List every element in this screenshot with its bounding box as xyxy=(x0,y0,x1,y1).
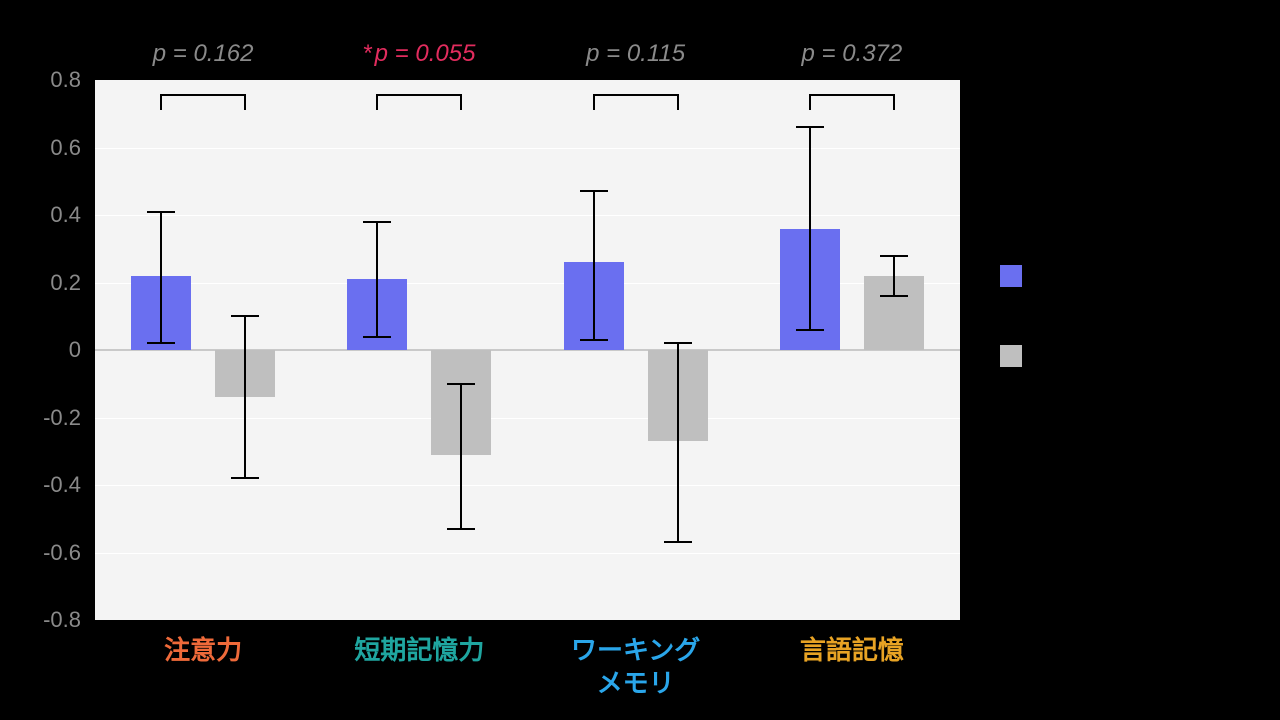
p-value-label: p = 0.115 xyxy=(586,40,685,68)
error-bar xyxy=(460,384,462,529)
y-tick-label: -0.6 xyxy=(43,540,95,566)
error-bar xyxy=(160,212,162,344)
error-bar xyxy=(893,256,895,297)
y-tick-label: 0.8 xyxy=(50,67,95,93)
bracket-top xyxy=(160,94,246,96)
legend-swatch-blue xyxy=(1000,265,1022,287)
error-cap xyxy=(447,528,475,530)
bracket-side xyxy=(376,94,378,110)
category-label: 注意力 xyxy=(164,634,242,667)
bracket-side xyxy=(460,94,462,110)
y-tick-label: 0.6 xyxy=(50,135,95,161)
legend-label: α波を高められなかった人 xyxy=(1036,324,1280,388)
p-value-label: *p = 0.055 xyxy=(363,40,475,68)
error-cap xyxy=(147,211,175,213)
error-cap xyxy=(796,329,824,331)
y-tick-label: -0.8 xyxy=(43,607,95,633)
error-cap xyxy=(363,221,391,223)
p-value-label: p = 0.372 xyxy=(801,40,902,68)
plot-area: -0.8-0.6-0.4-0.200.20.40.60.8 xyxy=(95,80,960,620)
error-cap xyxy=(880,295,908,297)
legend-item: α波を高められた人 xyxy=(1000,260,1280,292)
error-cap xyxy=(796,126,824,128)
legend-swatch-grey xyxy=(1000,345,1022,367)
category-label: 短期記憶力 xyxy=(354,634,484,667)
bracket-side xyxy=(160,94,162,110)
gridline xyxy=(95,148,960,149)
error-cap xyxy=(363,336,391,338)
bracket-top xyxy=(593,94,679,96)
gridline xyxy=(95,553,960,554)
bracket-side xyxy=(809,94,811,110)
bracket-side xyxy=(677,94,679,110)
error-bar xyxy=(809,127,811,330)
error-cap xyxy=(231,477,259,479)
legend-label: α波を高められた人 xyxy=(1036,260,1225,292)
y-tick-label: 0 xyxy=(69,337,95,363)
error-bar xyxy=(677,343,679,542)
bracket-top xyxy=(809,94,895,96)
error-cap xyxy=(447,383,475,385)
y-tick-label: 0.2 xyxy=(50,270,95,296)
legend: α波を高められた人 α波を高められなかった人 xyxy=(1000,260,1280,420)
bracket-side xyxy=(593,94,595,110)
error-cap xyxy=(580,339,608,341)
error-bar xyxy=(593,191,595,340)
error-cap xyxy=(664,342,692,344)
gridline xyxy=(95,485,960,486)
error-cap xyxy=(231,315,259,317)
error-bar xyxy=(244,316,246,478)
chart-stage: -0.8-0.6-0.4-0.200.20.40.60.8 α波を高められた人 … xyxy=(0,0,1280,720)
error-cap xyxy=(664,541,692,543)
p-value-label: p = 0.162 xyxy=(153,40,254,68)
y-tick-label: -0.4 xyxy=(43,472,95,498)
gridline xyxy=(95,418,960,419)
bracket-top xyxy=(376,94,462,96)
y-tick-label: -0.2 xyxy=(43,405,95,431)
category-label: 言語記憶 xyxy=(800,634,904,667)
y-tick-label: 0.4 xyxy=(50,202,95,228)
legend-item: α波を高められなかった人 xyxy=(1000,324,1280,388)
gridline xyxy=(95,215,960,216)
error-cap xyxy=(880,255,908,257)
bracket-side xyxy=(244,94,246,110)
bracket-side xyxy=(893,94,895,110)
category-label: ワーキング メモリ xyxy=(571,634,700,699)
error-cap xyxy=(147,342,175,344)
error-bar xyxy=(376,222,378,337)
error-cap xyxy=(580,190,608,192)
